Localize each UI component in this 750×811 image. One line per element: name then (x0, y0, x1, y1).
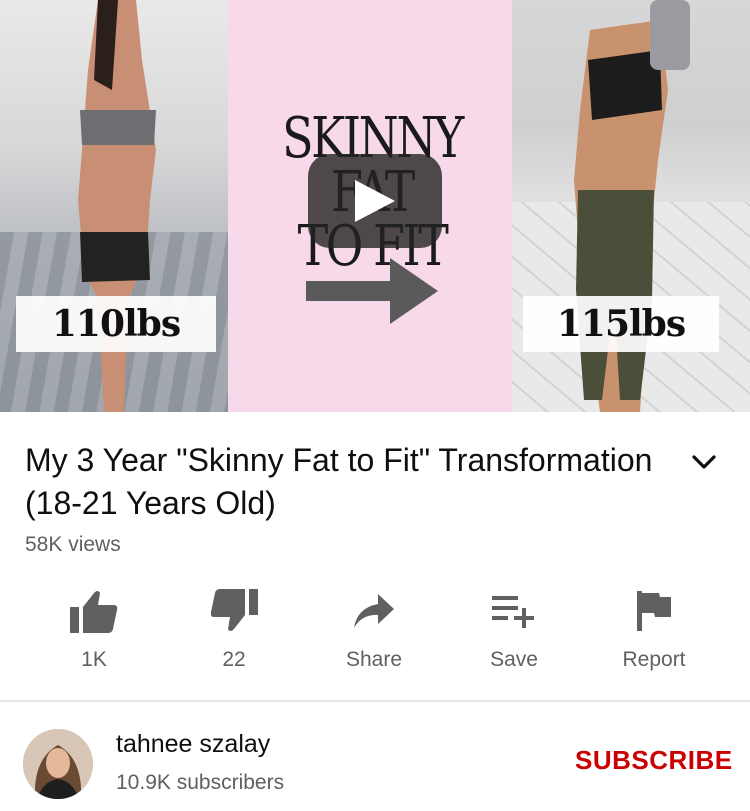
thumbs-up-icon (70, 591, 118, 633)
subscriber-count: 10.9K subscribers (116, 771, 285, 794)
video-title: My 3 Year "Skinny Fat to Fit" Transforma… (25, 442, 653, 521)
video-player[interactable]: SKINNY FAT TO FIT 110lbs 115lbs (0, 0, 750, 412)
dislike-count: 22 (222, 648, 246, 671)
subscribe-button[interactable]: SUBSCRIBE (575, 745, 733, 776)
view-count: 58K views (25, 533, 121, 556)
dislike-button[interactable]: 22 (164, 586, 304, 672)
share-icon (354, 594, 394, 628)
report-button[interactable]: Report (584, 586, 724, 672)
add-to-playlist-icon (492, 596, 534, 628)
divider (0, 700, 750, 702)
channel-name[interactable]: tahnee szalay (116, 730, 270, 759)
weight-after-label: 115lbs (523, 296, 719, 352)
play-icon (355, 180, 395, 222)
like-count: 1K (81, 648, 107, 671)
channel-avatar[interactable] (23, 729, 93, 799)
like-button[interactable]: 1K (24, 586, 164, 672)
arrow-right-icon (306, 258, 438, 324)
action-bar: 1K 22 Share Save Report (24, 586, 726, 686)
save-button[interactable]: Save (444, 586, 584, 672)
flag-icon (637, 591, 671, 631)
weight-before-label: 110lbs (16, 296, 216, 352)
chevron-down-icon[interactable] (688, 446, 720, 478)
report-label: Report (622, 648, 686, 671)
play-button[interactable] (308, 154, 442, 248)
share-label: Share (345, 648, 403, 671)
thumbs-down-icon (210, 589, 258, 631)
share-button[interactable]: Share (304, 586, 444, 672)
save-label: Save (490, 648, 538, 671)
